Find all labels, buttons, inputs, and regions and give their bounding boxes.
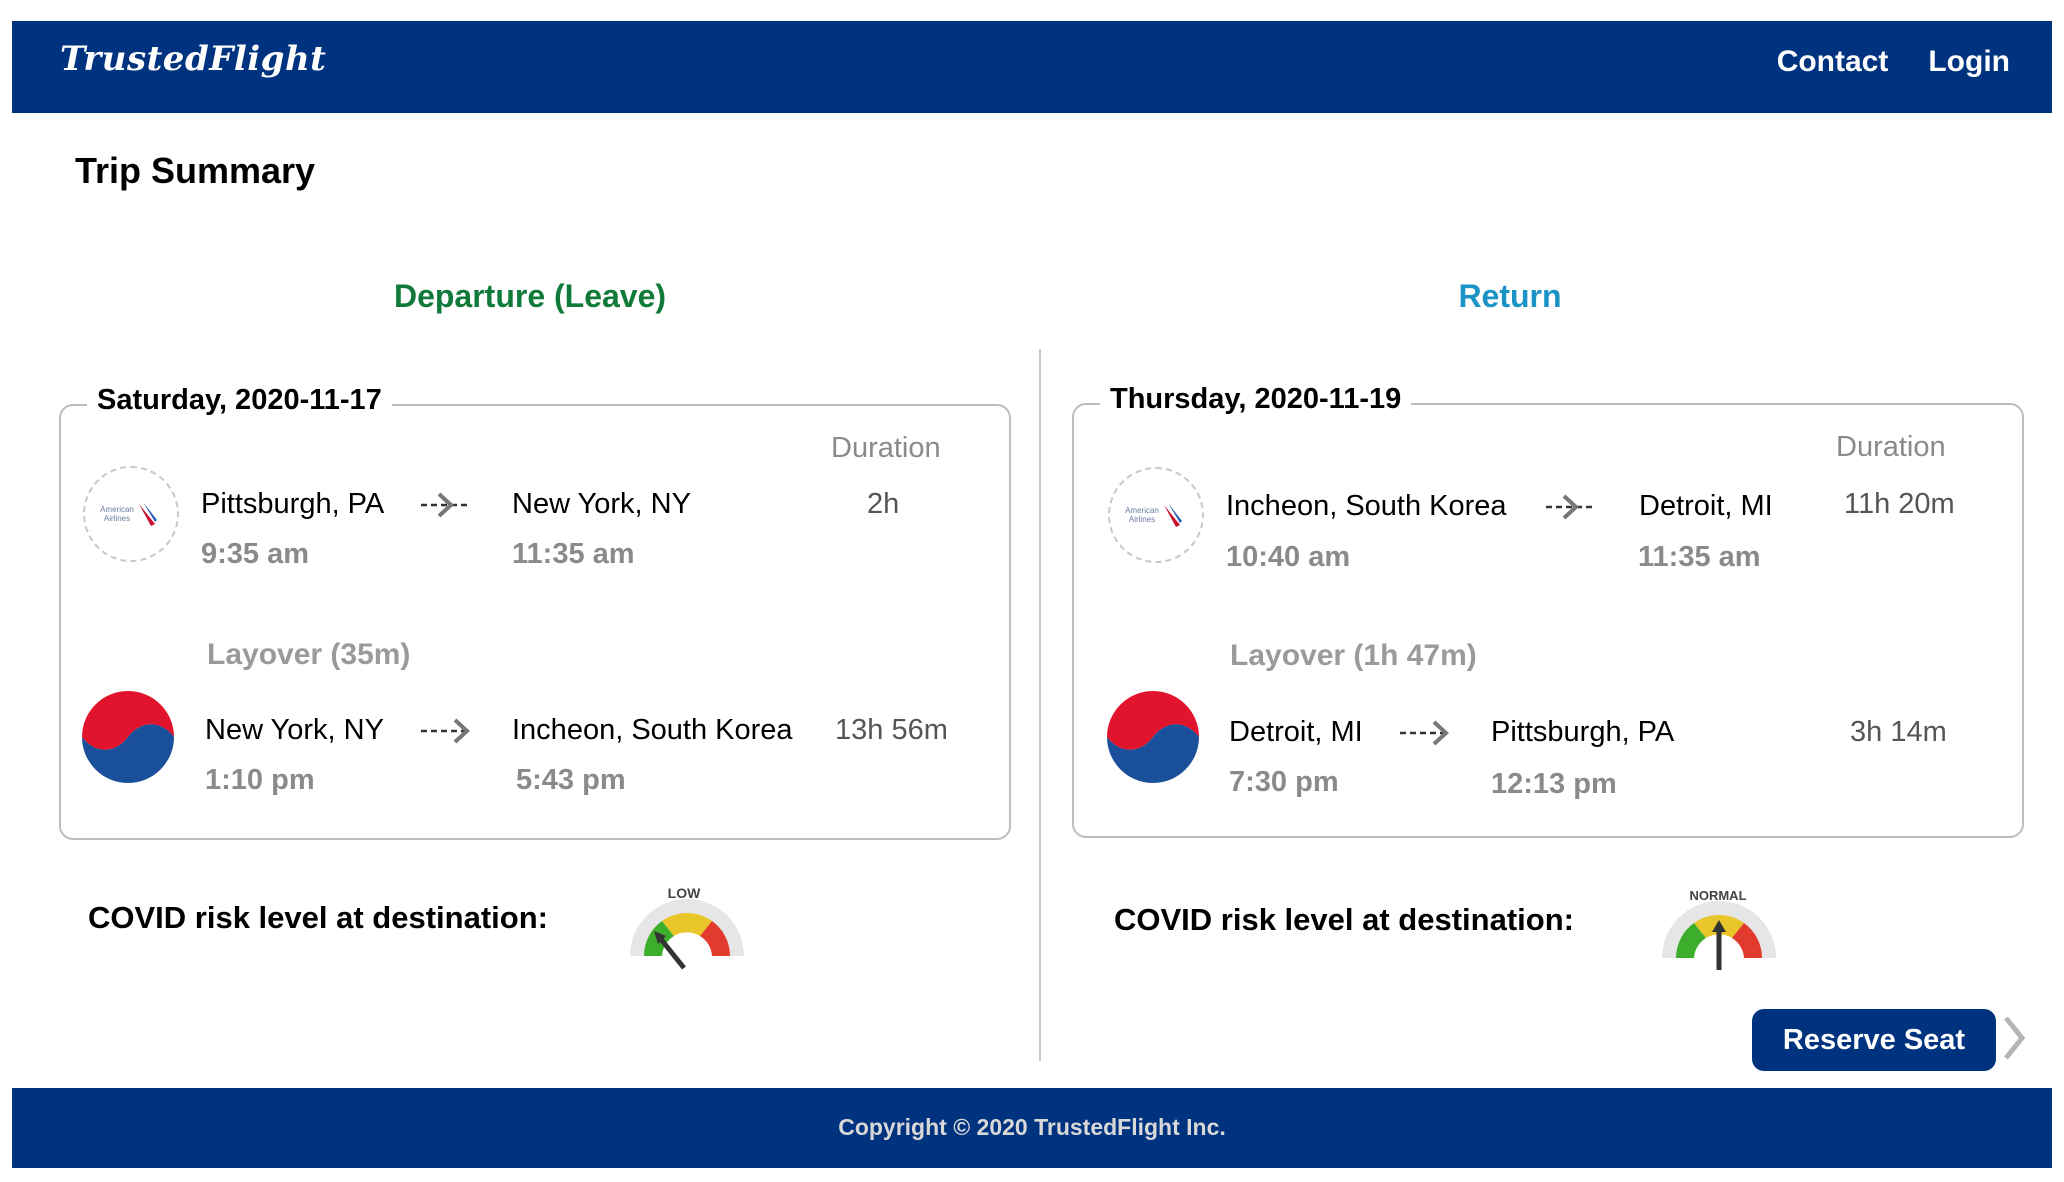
footer: Copyright © 2020 TrustedFlight Inc.: [12, 1088, 2052, 1168]
leg2-destination: Incheon, South Korea: [512, 714, 793, 746]
leg2-arrive-time: 12:13 pm: [1491, 768, 1617, 800]
return-date: Thursday, 2020-11-19: [1100, 383, 1412, 416]
leg1-origin: Incheon, South Korea: [1226, 490, 1507, 522]
departure-heading: Departure (Leave): [393, 278, 667, 314]
flight-arrow-icon: [421, 492, 469, 518]
copyright-text: Copyright © 2020 TrustedFlight Inc.: [838, 1114, 1226, 1140]
leg1-destination: New York, NY: [512, 488, 691, 520]
top-nav-bar: TrustedFlight Contact Login: [12, 21, 2052, 113]
leg1-depart-time: 9:35 am: [201, 538, 310, 570]
flight-arrow-icon: [1546, 494, 1594, 520]
svg-text:Airlines: Airlines: [104, 514, 130, 523]
leg2-depart-time: 1:10 pm: [205, 764, 315, 796]
flight-arrow-icon: [1400, 720, 1449, 746]
american-airlines-logo: American Airlines: [1108, 467, 1204, 563]
korean-air-logo: [82, 691, 174, 783]
column-divider: [1039, 349, 1041, 1061]
american-airlines-logo: American Airlines: [83, 466, 179, 562]
departure-covid-label: COVID risk level at destination:: [88, 900, 548, 935]
leg2-duration: 13h 56m: [835, 714, 948, 746]
covid-risk-gauge-normal-icon: NORMAL: [1662, 888, 1776, 970]
leg2-origin: New York, NY: [205, 714, 384, 746]
svg-text:American: American: [1125, 506, 1159, 515]
leg1-destination: Detroit, MI: [1639, 490, 1773, 522]
departure-date: Saturday, 2020-11-17: [87, 384, 392, 417]
leg1-duration: 2h: [867, 488, 900, 520]
leg1-duration: 11h 20m: [1844, 488, 1955, 520]
return-heading: Return: [1458, 278, 1562, 314]
gauge-label: LOW: [668, 885, 701, 901]
gauge-label: NORMAL: [1689, 888, 1746, 903]
chevron-right-icon[interactable]: [2000, 1014, 2028, 1062]
layover-label: Layover (35m): [207, 638, 411, 671]
trustedflight-logo[interactable]: TrustedFlight: [60, 39, 326, 79]
leg2-arrive-time: 5:43 pm: [516, 764, 626, 796]
leg2-destination: Pittsburgh, PA: [1491, 716, 1675, 748]
leg2-origin: Detroit, MI: [1229, 716, 1363, 748]
leg1-origin: Pittsburgh, PA: [201, 488, 385, 520]
leg2-depart-time: 7:30 pm: [1229, 766, 1339, 798]
page-title: Trip Summary: [75, 150, 316, 191]
duration-header: Duration: [1836, 431, 1946, 463]
leg1-depart-time: 10:40 am: [1226, 541, 1351, 573]
korean-air-logo: [1107, 691, 1199, 783]
svg-text:Airlines: Airlines: [1129, 515, 1155, 524]
nav-links: Contact Login: [1777, 45, 2010, 79]
covid-risk-gauge-low-icon: LOW: [630, 885, 744, 970]
layover-label: Layover (1h 47m): [1230, 639, 1477, 672]
svg-text:American: American: [100, 505, 134, 514]
duration-header: Duration: [831, 432, 941, 464]
reserve-seat-button[interactable]: Reserve Seat: [1752, 1009, 1996, 1071]
leg1-arrive-time: 11:35 am: [512, 538, 635, 570]
leg1-arrive-time: 11:35 am: [1638, 541, 1761, 573]
return-itinerary-card: Thursday, 2020-11-19 Duration American A…: [1072, 383, 2024, 838]
departure-itinerary-card: Saturday, 2020-11-17 Duration American A…: [59, 384, 1011, 840]
nav-login-link[interactable]: Login: [1928, 45, 2010, 79]
flight-arrow-icon: [421, 718, 470, 744]
return-covid-label: COVID risk level at destination:: [1114, 902, 1574, 937]
leg2-duration: 3h 14m: [1850, 716, 1947, 748]
nav-contact-link[interactable]: Contact: [1777, 45, 1889, 79]
